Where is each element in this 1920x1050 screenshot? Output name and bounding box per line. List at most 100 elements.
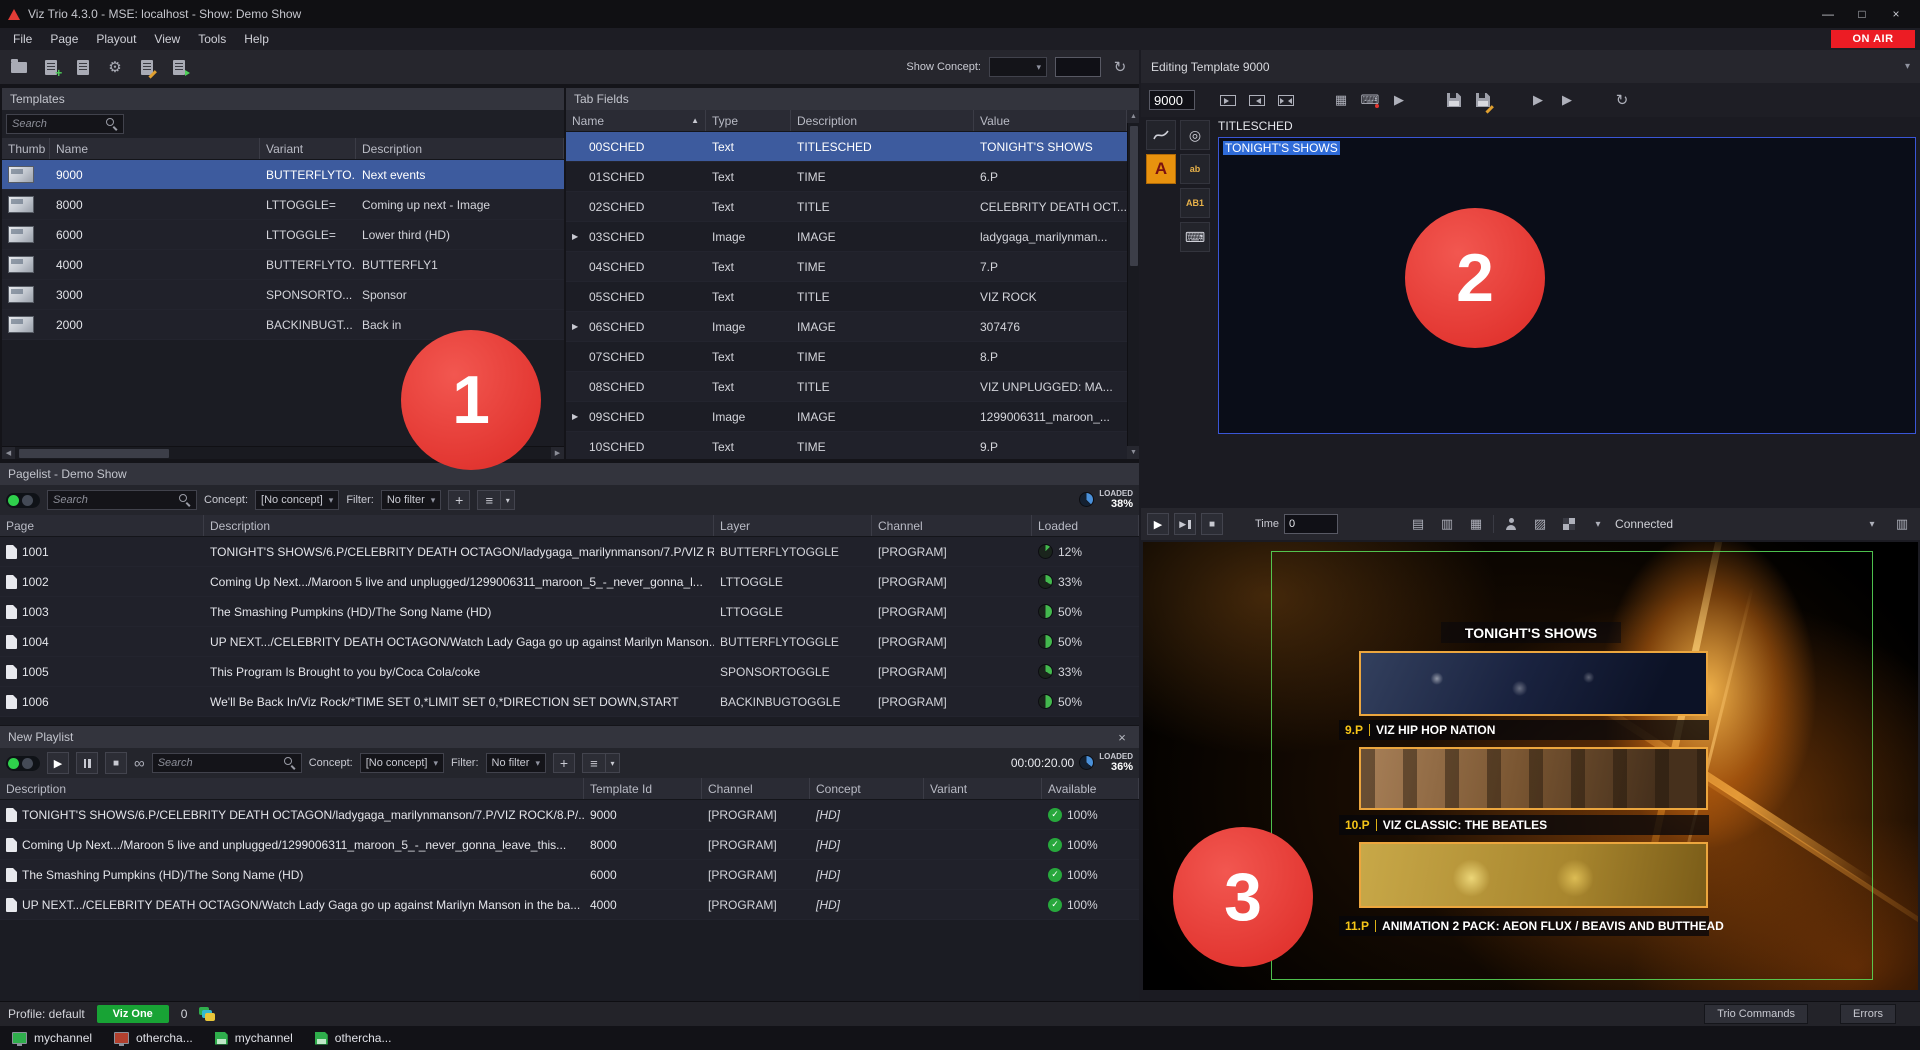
close-playlist-icon[interactable]: × xyxy=(1113,730,1131,745)
settings-button[interactable]: ⚙ xyxy=(104,56,126,78)
menu-file[interactable]: File xyxy=(4,29,41,49)
scrollbar-thumb[interactable] xyxy=(19,449,169,458)
col-available[interactable]: Available xyxy=(1042,778,1139,799)
filter-dropdown[interactable]: No filter▾ xyxy=(381,490,441,510)
menu-view[interactable]: View xyxy=(145,29,189,49)
export-page-button[interactable] xyxy=(168,56,190,78)
tab-field-row[interactable]: 07SCHED Text TIME 8.P xyxy=(566,342,1127,372)
open-folder-button[interactable] xyxy=(8,56,30,78)
viz-one-badge[interactable]: Viz One xyxy=(97,1005,169,1023)
col-description[interactable]: Description xyxy=(356,138,564,159)
filter-dropdown[interactable]: No filter▾ xyxy=(486,753,546,773)
channel-item[interactable]: othercha... xyxy=(114,1031,193,1045)
template-row[interactable]: 3000 SPONSORTO... Sponsor xyxy=(2,280,564,310)
media-browser-button[interactable]: ▦ xyxy=(1329,88,1353,112)
preview-continue-button[interactable]: ▶ xyxy=(1174,513,1196,535)
menu-page[interactable]: Page xyxy=(41,29,87,49)
channel-item[interactable]: othercha... xyxy=(315,1031,392,1045)
col-template-id[interactable]: Template Id xyxy=(584,778,702,799)
scroll-left-icon[interactable]: ◀ xyxy=(2,447,15,460)
pagelist-search-input[interactable] xyxy=(53,494,175,506)
expand-icon[interactable]: ▶ xyxy=(572,322,584,331)
tabfield-order-tool-button[interactable]: AB1 xyxy=(1180,188,1210,218)
tab-field-row[interactable]: 02SCHED Text TITLE CELEBRITY DEATH OCT..… xyxy=(566,192,1127,222)
pagelist-row[interactable]: 1004 UP NEXT.../CELEBRITY DEATH OCTAGON/… xyxy=(0,627,1139,657)
list-view-icon[interactable]: ≡ xyxy=(582,753,606,773)
concept-filter-input[interactable] xyxy=(1055,57,1101,77)
col-variant[interactable]: Variant xyxy=(260,138,356,159)
tab-field-row[interactable]: ▶06SCHED Image IMAGE 307476 xyxy=(566,312,1127,342)
chevron-down-icon[interactable]: ▾ xyxy=(606,753,620,773)
time-input[interactable] xyxy=(1284,514,1338,534)
add-item-button[interactable]: + xyxy=(553,753,575,773)
preview-stop-button[interactable]: ■ xyxy=(1201,513,1223,535)
playlist-row[interactable]: Coming Up Next.../Maroon 5 live and unpl… xyxy=(0,830,1139,860)
tab-field-row[interactable]: 08SCHED Text TITLE VIZ UNPLUGGED: MA... xyxy=(566,372,1127,402)
col-value[interactable]: Value xyxy=(974,110,1127,131)
pagelist-row[interactable]: 1003 The Smashing Pumpkins (HD)/The Song… xyxy=(0,597,1139,627)
col-loaded[interactable]: Loaded xyxy=(1032,515,1139,536)
autopreview-toggle[interactable] xyxy=(6,493,40,508)
rgb-preview-icon[interactable]: ▨ xyxy=(1528,512,1552,536)
playlist-search-input[interactable] xyxy=(158,757,280,769)
alpha-preview-button[interactable] xyxy=(1557,512,1581,536)
list-view-icon[interactable]: ≡ xyxy=(477,490,501,510)
field-value-text[interactable]: TONIGHT'S SHOWS xyxy=(1223,141,1340,155)
edit-page-button[interactable] xyxy=(136,56,158,78)
tab-field-row[interactable]: 04SCHED Text TIME 7.P xyxy=(566,252,1127,282)
take-toggle-button[interactable] xyxy=(1274,88,1298,112)
scroll-right-icon[interactable]: ▶ xyxy=(551,447,564,460)
pagelist-row[interactable]: 1006 We'll Be Back In/Viz Rock/*TIME SET… xyxy=(0,687,1139,717)
tab-field-row[interactable]: 05SCHED Text TITLE VIZ ROCK xyxy=(566,282,1127,312)
maximize-button[interactable]: □ xyxy=(1846,3,1878,25)
chevron-down-icon[interactable]: ▾ xyxy=(1905,61,1910,72)
tab-field-row[interactable]: 00SCHED Text TITLESCHED TONIGHT'S SHOWS xyxy=(566,132,1127,162)
tab-field-row[interactable]: ▶09SCHED Image IMAGE 1299006311_maroon_.… xyxy=(566,402,1127,432)
col-page[interactable]: Page xyxy=(0,515,204,536)
errors-button[interactable]: Errors xyxy=(1840,1004,1896,1024)
playlist-row[interactable]: The Smashing Pumpkins (HD)/The Song Name… xyxy=(0,860,1139,890)
scrollbar-thumb[interactable] xyxy=(1130,126,1138,266)
import-pages-button[interactable] xyxy=(72,56,94,78)
playlist-row[interactable]: TONIGHT'S SHOWS/6.P/CELEBRITY DEATH OCTA… xyxy=(0,800,1139,830)
channel-item[interactable]: mychannel xyxy=(215,1031,293,1045)
channel-item[interactable]: mychannel xyxy=(12,1031,92,1045)
minimize-button[interactable]: — xyxy=(1812,3,1844,25)
col-name[interactable]: Name▲ xyxy=(566,110,706,131)
save-as-button[interactable] xyxy=(1471,88,1495,112)
expand-icon[interactable]: ▶ xyxy=(572,412,584,421)
take-in-button[interactable] xyxy=(1216,88,1240,112)
show-concept-dropdown[interactable]: ▾ xyxy=(989,57,1047,77)
col-variant[interactable]: Variant xyxy=(924,778,1042,799)
chevron-down-icon[interactable]: ▾ xyxy=(501,490,515,510)
tab-field-row[interactable]: 10SCHED Text TIME 9.P xyxy=(566,432,1127,459)
draw-tool-button[interactable] xyxy=(1146,120,1176,150)
pagelist-row[interactable]: 1002 Coming Up Next.../Maroon 5 live and… xyxy=(0,567,1139,597)
col-concept[interactable]: Concept xyxy=(810,778,924,799)
pagelist-row[interactable]: 1001 TONIGHT'S SHOWS/6.P/CELEBRITY DEATH… xyxy=(0,537,1139,567)
pagelist-search[interactable] xyxy=(47,490,197,510)
col-type[interactable]: Type xyxy=(706,110,791,131)
new-page-button[interactable] xyxy=(40,56,62,78)
autopreview-toggle[interactable] xyxy=(6,756,40,771)
play-button[interactable]: ▶ xyxy=(47,752,69,774)
character-tool-button[interactable]: A xyxy=(1146,154,1176,184)
preview-size-dropdown[interactable]: ▾ xyxy=(1586,512,1610,536)
playlist-search[interactable] xyxy=(152,753,302,773)
col-channel[interactable]: Channel xyxy=(702,778,810,799)
save-button[interactable] xyxy=(1442,88,1466,112)
menu-playout[interactable]: Playout xyxy=(87,29,145,49)
select-tool-button[interactable]: ◎ xyxy=(1180,120,1210,150)
loop-icon[interactable]: ∞ xyxy=(134,755,145,772)
refresh-button[interactable]: ↻ xyxy=(1610,88,1634,112)
col-description[interactable]: Description xyxy=(204,515,714,536)
pause-button[interactable] xyxy=(76,752,98,774)
template-row[interactable]: 6000 LTTOGGLE= Lower third (HD) xyxy=(2,220,564,250)
add-page-button[interactable]: + xyxy=(448,490,470,510)
take-out-button[interactable] xyxy=(1245,88,1269,112)
templates-search[interactable] xyxy=(6,114,124,134)
col-description[interactable]: Description xyxy=(791,110,974,131)
menu-help[interactable]: Help xyxy=(235,29,278,49)
pagelist-row[interactable]: 1005 This Program Is Brought to you by/C… xyxy=(0,657,1139,687)
tab-field-row[interactable]: 01SCHED Text TIME 6.P xyxy=(566,162,1127,192)
